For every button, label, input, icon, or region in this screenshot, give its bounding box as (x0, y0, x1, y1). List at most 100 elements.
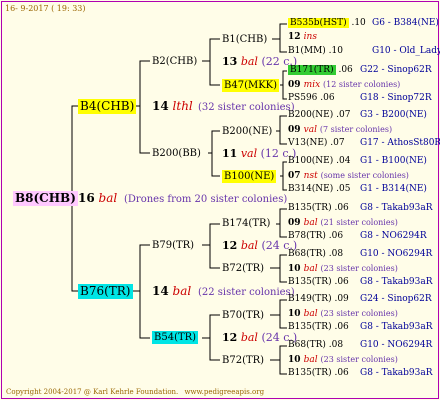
g5-num: .07 (327, 138, 345, 148)
g5-queen-row: B1(MM) .10 G10 - Old_Lady (288, 45, 440, 58)
g4-queen[interactable]: B100(NE) (222, 170, 277, 183)
g5-num: .07 (333, 110, 351, 120)
g5-gen: 09 (288, 218, 304, 228)
g5-desc: (23 sister colonies) (320, 355, 398, 364)
g4-info: 13 bal (22 c.) (222, 55, 297, 68)
copyright: Copyright 2004-2017 @ Karl Kehrle Founda… (6, 386, 264, 399)
g5-info: 12 ins (288, 31, 317, 44)
g4-race: bal (240, 239, 258, 252)
g5-race: bal (303, 309, 321, 319)
g5-race: bal (303, 355, 321, 365)
root-queen[interactable]: B8(CHB) (13, 191, 78, 206)
g3-queen[interactable]: B200(BB) (152, 147, 201, 160)
g5-queen-row: B200(NE) .07 G3 - B200(NE) (288, 109, 427, 122)
g5-num: .06 (325, 231, 344, 241)
g5-desc: (7 sister colonies) (319, 125, 393, 134)
g5-queen[interactable]: B535b(HST) (288, 18, 349, 28)
g4-queen[interactable]: B72(TR) (222, 354, 264, 367)
g5-queen[interactable]: B100(NE) (288, 156, 333, 166)
g5-queen-row: B314(NE) .05 G1 - B314(NE) (288, 183, 427, 196)
g5-ref: G10 - Old_Lady (372, 46, 440, 56)
g5-race: val (303, 125, 320, 135)
g5-queen-row: B149(TR) .09 G24 - Sinop62R (288, 293, 432, 306)
g4-queen[interactable]: B70(TR) (222, 309, 264, 322)
copyright-text: Copyright 2004-2017 @ Karl Kehrle Founda… (6, 388, 179, 396)
g4-race: bal (240, 331, 258, 344)
g5-queen[interactable]: B135(TR) (288, 277, 332, 287)
g5-queen-row: B171(TR) .06 G22 - Sinop62R (288, 64, 432, 77)
g5-queen[interactable]: V13(NE) (288, 138, 327, 148)
g4-queen[interactable]: B47(MKK) (222, 79, 280, 92)
g5-desc: (23 sister colonies) (320, 309, 398, 318)
sire-queen[interactable]: B4(CHB) (78, 99, 137, 114)
g5-desc: (12 sister colonies) (323, 80, 401, 89)
g5-queen[interactable]: B135(TR) (288, 322, 332, 332)
g4-info: 11 val (12 c.) (222, 147, 296, 160)
root-race: bal (98, 191, 118, 205)
g5-num: .06 (331, 368, 349, 378)
g4-queen[interactable]: B1(CHB) (222, 33, 267, 46)
dam-info: 14 bal (152, 284, 191, 299)
g5-queen[interactable]: B314(NE) (288, 184, 333, 194)
g4-queen[interactable]: B200(NE) (222, 125, 272, 138)
date-stamp: 16- 9-2017 ( 19: 33) (5, 4, 86, 13)
g5-ref: G1 - B100(NE) (360, 156, 427, 166)
g4-queen[interactable]: B174(TR) (222, 217, 270, 230)
g4-gen: 11 (222, 147, 238, 160)
g5-race: mix (303, 80, 324, 90)
g5-ref: G10 - NO6294R (360, 249, 433, 259)
g5-ref: G22 - Sinop62R (360, 65, 432, 75)
g5-queen-row: B135(TR) .06 G8 - Takab93aR (288, 321, 433, 334)
g3-queen[interactable]: B54(TR) (152, 331, 199, 344)
g5-desc: (23 sister colonies) (320, 264, 398, 273)
g5-gen: 10 (288, 355, 304, 365)
g5-queen[interactable]: B68(TR) (288, 340, 326, 350)
g5-queen[interactable]: B135(TR) (288, 203, 332, 213)
dam-queen[interactable]: B76(TR) (78, 284, 133, 299)
g5-num: .10 (325, 46, 343, 56)
g4-gen: 12 (222, 331, 238, 344)
g5-info: 10 bal (23 sister colonies) (288, 353, 398, 367)
g5-queen[interactable]: B200(NE) (288, 110, 333, 120)
sire-info: 14 lthl (152, 99, 193, 114)
g4-queen[interactable]: B72(TR) (222, 262, 264, 275)
g5-queen[interactable]: B68(TR) (288, 249, 326, 259)
g5-num: .08 (325, 249, 344, 259)
g5-queen[interactable]: B149(TR) (288, 294, 332, 304)
dam-gen: 14 (152, 284, 169, 298)
g5-gen: 10 (288, 264, 304, 274)
g4-info: 12 bal (24 c.) (222, 239, 297, 252)
root-info: 16 bal (78, 191, 117, 206)
g5-queen[interactable]: B135(TR) (288, 368, 332, 378)
g5-num: .05 (333, 184, 351, 194)
g5-queen[interactable]: B171(TR) (288, 65, 336, 75)
g5-queen[interactable]: B78(TR) (288, 231, 326, 241)
g5-ref: G8 - Takab93aR (360, 203, 433, 213)
g5-queen-row: B68(TR) .08 G10 - NO6294R (288, 248, 432, 261)
g5-race: ins (303, 32, 317, 42)
g5-num: .10 (348, 18, 366, 28)
g5-queen[interactable]: B1(MM) (288, 46, 326, 56)
g5-info: 09 bal (21 sister colonies) (288, 216, 398, 230)
g5-info: 10 bal (23 sister colonies) (288, 262, 398, 276)
g5-queen-row: B68(TR) .08 G10 - NO6294R (288, 339, 432, 352)
g5-race: bal (303, 218, 321, 228)
g4-race: val (240, 147, 258, 160)
g5-info: 10 bal (23 sister colonies) (288, 307, 398, 321)
g5-queen-row: B135(TR) .06 G8 - Takab93aR (288, 202, 433, 215)
g5-ref: G8 - NO6294R (360, 231, 427, 241)
g5-num: .06 (335, 65, 353, 75)
g4-race: bal (240, 55, 258, 68)
g5-queen[interactable]: PS596 (288, 93, 317, 103)
g5-gen: 12 (288, 32, 304, 42)
g5-ref: G1 - B314(NE) (360, 184, 427, 194)
g4-gen: 13 (222, 55, 238, 68)
g3-queen[interactable]: B2(CHB) (152, 55, 197, 68)
g5-num: .09 (331, 294, 349, 304)
g5-gen: 10 (288, 309, 304, 319)
website-link[interactable]: www.pedigreeapis.org (185, 388, 265, 396)
g5-ref: G6 - B384(NE) (372, 18, 439, 28)
g5-race: nst (303, 171, 321, 181)
g5-ref: G18 - Sinop72R (360, 93, 432, 103)
g3-queen[interactable]: B79(TR) (152, 239, 194, 252)
